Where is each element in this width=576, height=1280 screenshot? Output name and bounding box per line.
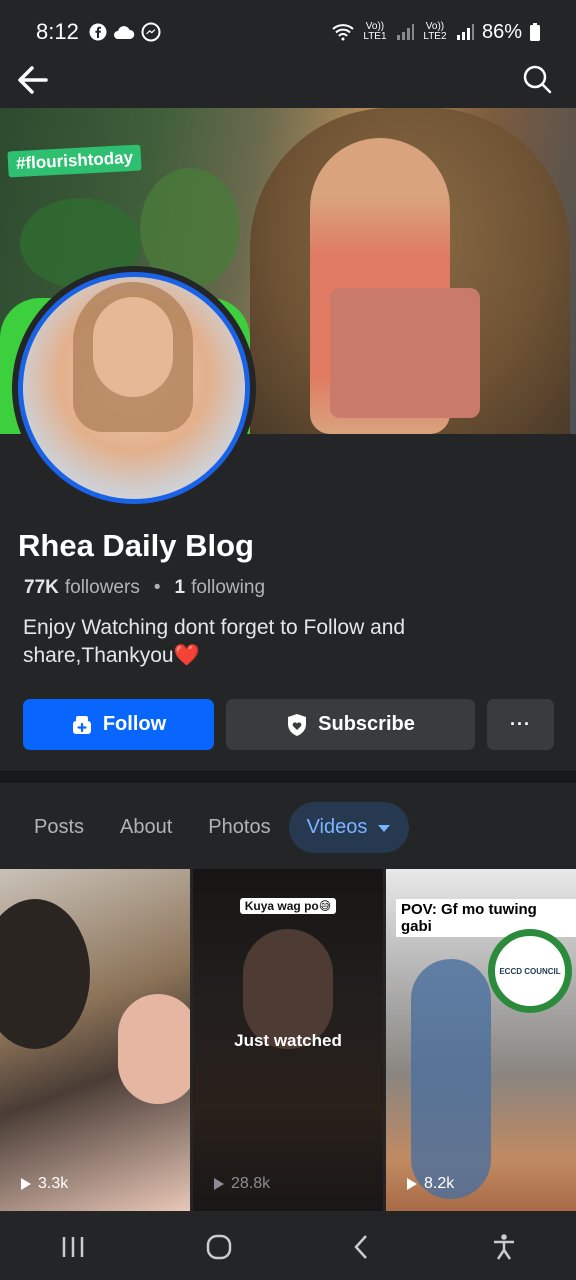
top-navigation xyxy=(0,64,576,108)
back-nav-icon[interactable] xyxy=(352,1234,372,1260)
video-thumbnail[interactable]: POV: Gf mo tuwing gabi ECCD COUNCIL 8.2k xyxy=(386,869,576,1211)
following-label[interactable]: following xyxy=(191,577,265,599)
search-icon xyxy=(523,65,552,94)
video-thumbnail[interactable]: Kuya wag po😅 Just watched 28.8k xyxy=(193,869,383,1211)
back-button[interactable] xyxy=(14,64,54,96)
follow-button[interactable]: Follow xyxy=(23,699,214,750)
tab-videos[interactable]: Videos xyxy=(288,802,410,853)
video-caption: Kuya wag po😅 xyxy=(193,898,383,914)
video-views-count: 3.3k xyxy=(38,1175,69,1192)
followers-count[interactable]: 77K xyxy=(24,577,59,599)
avatar-face xyxy=(93,297,173,397)
eccd-council-badge: ECCD COUNCIL xyxy=(488,929,572,1013)
subscribe-label: Subscribe xyxy=(318,713,415,735)
cloud-icon xyxy=(113,26,135,39)
video-views: 8.2k xyxy=(406,1175,454,1193)
video-caption: POV: Gf mo tuwing gabi xyxy=(396,899,576,937)
profile-name: Rhea Daily Blog xyxy=(18,528,254,563)
video-3-person xyxy=(411,959,491,1199)
video-1-person-2 xyxy=(118,994,190,1104)
cover-hashtag-sign: #flourishtoday xyxy=(7,144,142,178)
facebook-notification-icon xyxy=(89,23,107,41)
cover-bag xyxy=(330,288,480,418)
search-button[interactable] xyxy=(522,64,556,98)
tab-videos-label: Videos xyxy=(306,816,368,838)
video-views: 28.8k xyxy=(213,1175,270,1193)
notification-icons xyxy=(89,22,161,42)
subscribe-button[interactable]: Subscribe xyxy=(226,699,475,750)
following-count[interactable]: 1 xyxy=(175,577,186,599)
just-watched-label: Just watched xyxy=(234,1031,342,1050)
battery-percent: 86% xyxy=(481,20,522,43)
home-icon[interactable] xyxy=(206,1234,232,1260)
video-views-count: 8.2k xyxy=(424,1175,455,1192)
battery-icon xyxy=(530,23,540,41)
caret-down-icon xyxy=(378,824,391,832)
stats-separator: • xyxy=(153,577,161,598)
video-views: 3.3k xyxy=(20,1175,68,1193)
video-thumbnail[interactable]: 3.3k xyxy=(0,869,190,1211)
followers-label[interactable]: followers xyxy=(65,577,140,599)
tab-about[interactable]: About xyxy=(102,802,190,853)
status-time: 8:12 xyxy=(36,19,79,44)
shield-heart-icon xyxy=(288,713,307,736)
arrow-left-icon xyxy=(18,66,48,94)
status-bar: 8:12 Vo)) LTE1 Vo)) LTE2 86% xyxy=(0,0,576,64)
profile-bio: Enjoy Watching dont forget to Follow and… xyxy=(23,616,406,667)
signal-icon-2 xyxy=(456,24,474,40)
tab-posts[interactable]: Posts xyxy=(16,802,102,853)
follow-icon xyxy=(72,715,91,734)
sim2-label: Vo)) LTE2 xyxy=(423,21,447,42)
sim1-label: Vo)) LTE1 xyxy=(363,21,387,42)
recent-apps-icon[interactable] xyxy=(60,1235,86,1259)
video-views-count: 28.8k xyxy=(231,1175,271,1192)
system-navigation-bar xyxy=(0,1213,576,1280)
wifi-icon xyxy=(332,24,354,41)
videos-grid: 3.3k Kuya wag po😅 Just watched 28.8k POV… xyxy=(0,869,576,1211)
profile-avatar[interactable] xyxy=(18,272,250,504)
more-options-button[interactable]: ··· xyxy=(487,699,554,750)
avatar-ring xyxy=(12,266,256,510)
play-icon xyxy=(407,1178,417,1190)
messenger-icon xyxy=(141,22,161,42)
profile-tabs: Posts About Photos Videos xyxy=(16,802,410,853)
signal-icon xyxy=(396,24,414,40)
play-icon xyxy=(21,1178,31,1190)
follow-label: Follow xyxy=(102,713,167,735)
section-divider xyxy=(0,771,576,783)
status-right: Vo)) LTE1 Vo)) LTE2 86% xyxy=(332,21,540,44)
more-icon: ··· xyxy=(510,714,531,734)
video-1-person xyxy=(0,899,90,1049)
tab-photos[interactable]: Photos xyxy=(190,802,288,853)
play-icon xyxy=(214,1178,224,1190)
profile-stats: 77K followers • 1 following xyxy=(24,577,265,599)
accessibility-icon[interactable] xyxy=(492,1233,516,1261)
